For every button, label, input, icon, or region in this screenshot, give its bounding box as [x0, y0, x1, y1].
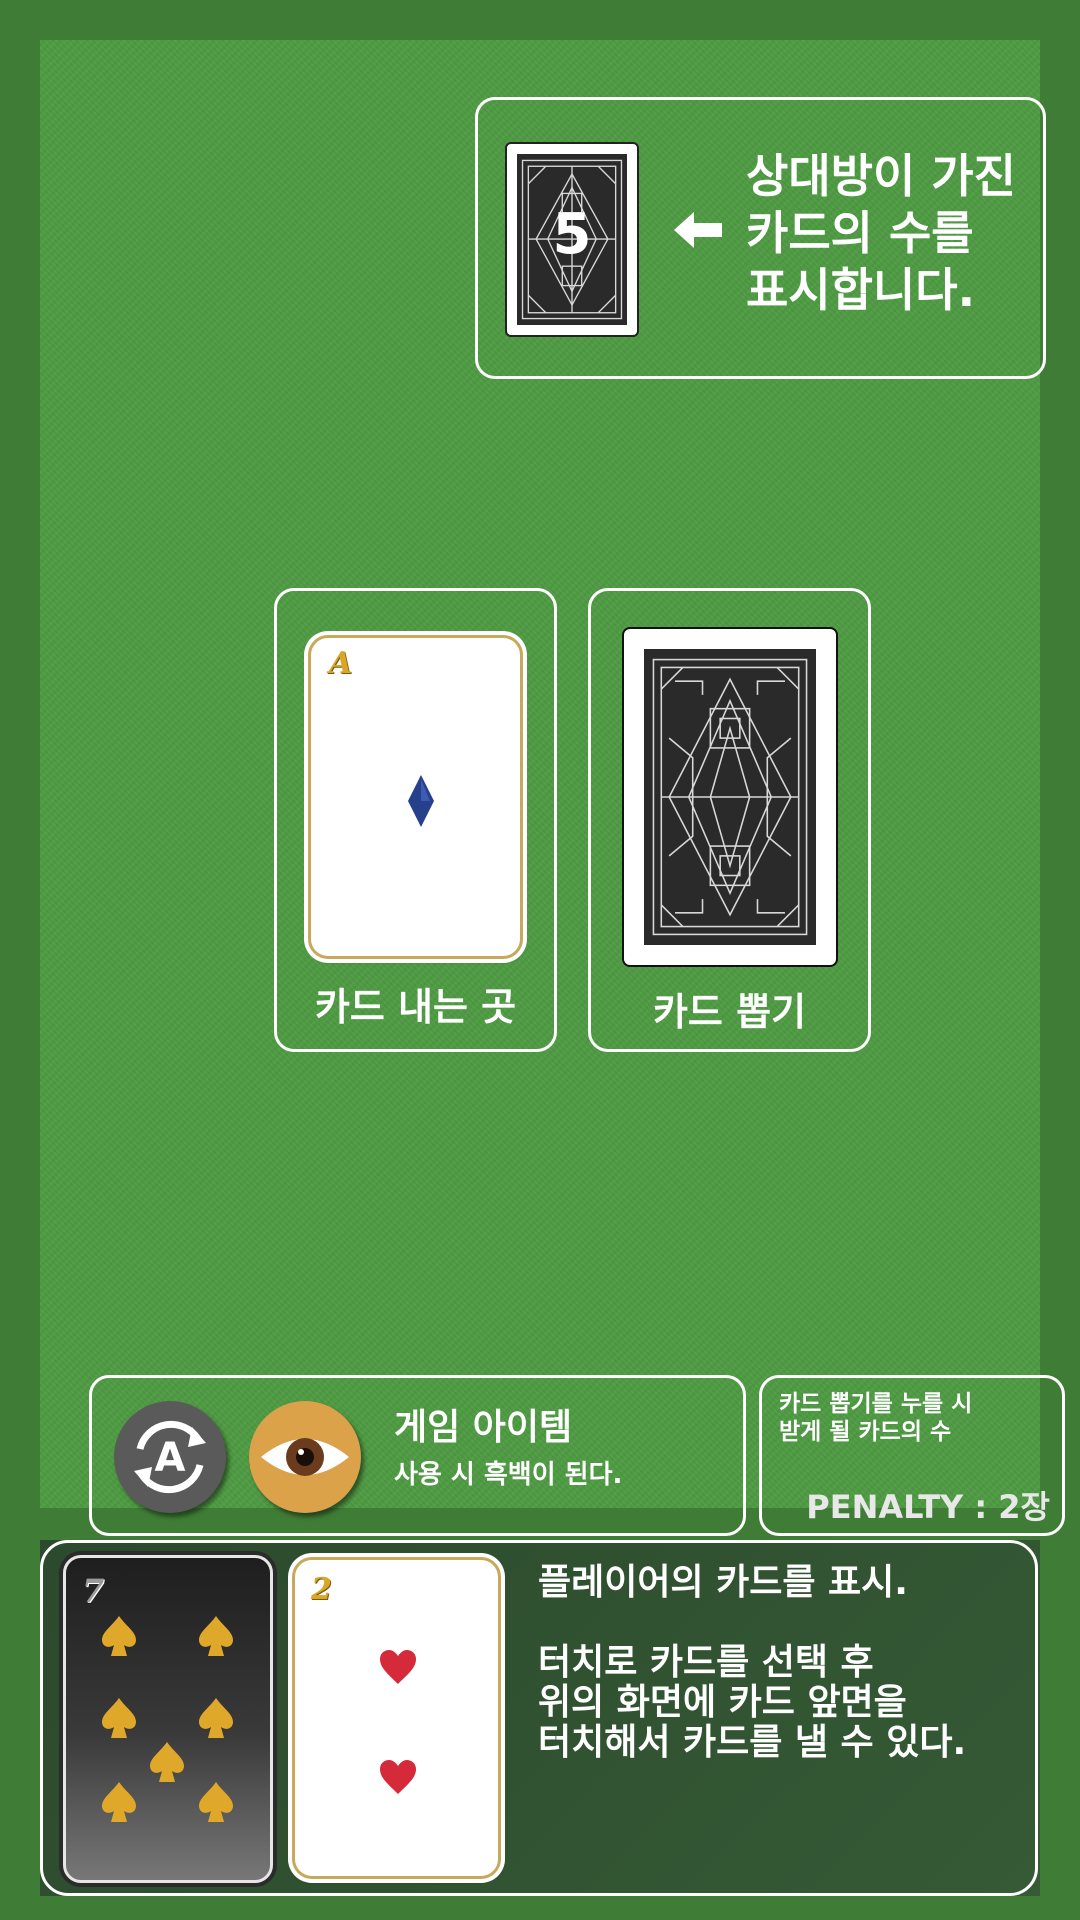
- player-hand-panel: 7 2 플레이어의 카드를 표시. 터치로 카드를 선택 후 위의 화면에 카드…: [40, 1540, 1038, 1896]
- opponent-info-text: 상대방이 가진 카드의 수를 표시합니다.: [746, 149, 1016, 317]
- hand-card-two-hearts[interactable]: 2: [292, 1557, 501, 1879]
- game-table: 5 상대방이 가진 카드의 수를 표시합니다. A 카드 내는 곳 카드 뽑기 …: [40, 40, 1065, 1536]
- card-back-pattern-icon: [652, 658, 808, 936]
- spade-suit-icon: [102, 1782, 136, 1822]
- item-description: 사용 시 흑백이 된다.: [394, 1460, 623, 1490]
- penalty-description: 카드 뽑기를 누를 시 받게 될 카드의 수: [779, 1391, 973, 1445]
- item-title: 게임 아이템: [394, 1407, 573, 1448]
- diamond-suit-icon: [408, 775, 434, 827]
- opponent-card-count: 5: [552, 202, 592, 267]
- hand-description: 플레이어의 카드를 표시. 터치로 카드를 선택 후 위의 화면에 카드 앞면을…: [538, 1562, 967, 1763]
- opponent-card-back: 5: [505, 142, 639, 337]
- spade-suit-icon: [150, 1742, 184, 1782]
- hand-card-seven-spades[interactable]: 7: [63, 1555, 273, 1883]
- card-rank: 7: [82, 1572, 105, 1610]
- spade-suit-icon: [199, 1616, 233, 1656]
- item-panel: A 게임 아이템 사용 시 흑백이 된다.: [89, 1375, 746, 1536]
- arrow-left-icon: [674, 212, 722, 248]
- swap-a-icon: A: [134, 1420, 206, 1494]
- spade-suit-icon: [199, 1698, 233, 1738]
- draw-pile[interactable]: 카드 뽑기: [588, 588, 871, 1052]
- eye-icon: [261, 1438, 349, 1476]
- top-discard-card[interactable]: A: [308, 635, 523, 959]
- heart-suit-icon: [380, 1760, 416, 1794]
- card-rank: 2: [311, 1572, 332, 1607]
- spade-suit-icon: [102, 1616, 136, 1656]
- heart-suit-icon: [380, 1650, 416, 1684]
- penalty-value: PENALTY : 2장: [806, 1488, 1050, 1526]
- penalty-panel: 카드 뽑기를 누를 시 받게 될 카드의 수 PENALTY : 2장: [759, 1375, 1065, 1536]
- spade-suit-icon: [199, 1782, 233, 1822]
- svg-text:A: A: [155, 1435, 186, 1481]
- spade-suit-icon: [102, 1698, 136, 1738]
- discard-pile[interactable]: A 카드 내는 곳: [274, 588, 557, 1052]
- discard-pile-label: 카드 내는 곳: [314, 985, 517, 1029]
- draw-pile-label: 카드 뽑기: [652, 990, 807, 1034]
- peek-item-button[interactable]: [249, 1401, 361, 1513]
- swap-item-button[interactable]: A: [114, 1401, 226, 1513]
- opponent-info-panel: 5 상대방이 가진 카드의 수를 표시합니다.: [475, 97, 1046, 379]
- player-hand-area: 7 2 플레이어의 카드를 표시. 터치로 카드를 선택 후 위의 화면에 카드…: [40, 1540, 1040, 1896]
- card-rank: A: [329, 646, 353, 681]
- draw-pile-card-back[interactable]: [622, 627, 838, 967]
